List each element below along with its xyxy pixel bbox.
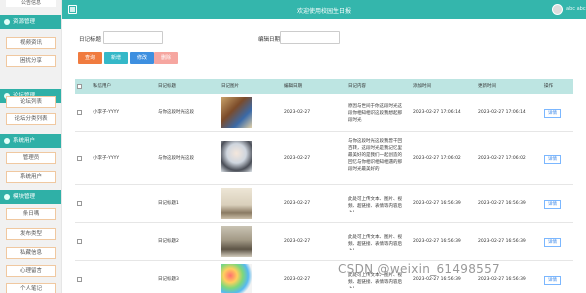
folder-icon <box>4 19 10 25</box>
select-all-checkbox[interactable] <box>77 84 82 89</box>
row-date: 2023-02-27 <box>284 201 311 206</box>
detail-button[interactable]: 详情 <box>544 155 561 164</box>
row-title: 日记标题3 <box>158 277 179 282</box>
user-name[interactable]: abc abc <box>566 6 586 12</box>
row-checkbox[interactable] <box>77 277 82 282</box>
row-created: 2023-02-27 16:56:39 <box>413 201 461 206</box>
sidebar-item-video-news[interactable]: 视频资讯 <box>6 37 56 49</box>
row-date: 2023-02-27 <box>284 239 311 244</box>
row-created: 2023-02-27 16:56:39 <box>413 239 461 244</box>
sidebar-item-forum-category[interactable]: 论坛分类列表 <box>6 113 56 125</box>
diary-title-label: 日记标题 <box>79 37 102 43</box>
search-button[interactable]: 查询 <box>78 52 102 64</box>
app-title: 欢迎使用校园生日报 <box>296 8 351 15</box>
sidebar: 公告信息 资源管理 视频资讯 困扰分享 论坛管理 论坛列表 论坛分类列表 系统用… <box>0 0 62 293</box>
add-button[interactable]: 新增 <box>104 52 128 64</box>
row-user: 小李子-YYYY <box>93 156 120 161</box>
sidebar-item-private-info[interactable]: 私藏信息 <box>6 247 56 259</box>
col-user: 私信用户 <box>93 84 111 89</box>
row-title: 日记标题1 <box>158 201 179 206</box>
row-created: 2023-02-27 17:06:14 <box>413 110 461 115</box>
sidebar-group-label: 系统用户 <box>13 138 36 144</box>
table-header: 私信用户 日记标题 日记图片 编辑日期 日记内容 添加时间 更新时间 操作 <box>75 79 573 94</box>
col-image: 日记图片 <box>221 84 239 89</box>
col-actions: 操作 <box>544 84 553 89</box>
room-icon <box>221 226 252 257</box>
col-created: 添加时间 <box>413 84 431 89</box>
anime-icon <box>221 141 252 172</box>
row-checkbox[interactable] <box>77 239 82 244</box>
sidebar-group-system-users[interactable]: 系统用户 <box>0 134 61 148</box>
row-updated: 2023-02-27 16:56:39 <box>478 201 526 206</box>
sidebar-group-label: 资源管理 <box>13 19 36 25</box>
sidebar-item-post-type[interactable]: 发布类型 <box>6 228 56 240</box>
photo-icon <box>221 188 252 219</box>
main-content: 日记标题 编辑日期 查询 新增 修改 删除 私信用户 日记标题 日记图片 编辑日… <box>62 19 586 293</box>
sidebar-group-modules[interactable]: 模块管理 <box>0 190 61 204</box>
row-checkbox[interactable] <box>77 110 82 115</box>
row-date: 2023-02-27 <box>284 156 311 161</box>
sidebar-item-system-user[interactable]: 系统用户 <box>6 171 56 183</box>
row-title: 日记标题2 <box>158 239 179 244</box>
table-row: 小李子-YYYY 与你这段时光这段 2023-02-27 与你这段时光这段我曾千… <box>75 132 573 185</box>
col-date: 编辑日期 <box>284 84 302 89</box>
cards-icon <box>221 97 252 128</box>
row-updated: 2023-02-27 16:56:39 <box>478 239 526 244</box>
detail-button[interactable]: 详情 <box>544 238 561 247</box>
table-row: 日记标题2 2023-02-27 此处可上传文本、图片、视频、超链接、表情等内容… <box>75 223 573 261</box>
row-content: 与你这段时光这段我曾千回百转，这段时光是我记忆里最美好的是我们一起创造的回忆与你… <box>348 139 402 172</box>
row-date: 2023-02-27 <box>284 110 311 115</box>
edit-date-label: 编辑日期 <box>258 37 281 43</box>
row-checkbox[interactable] <box>77 156 82 161</box>
sidebar-item-announcement[interactable]: 公告信息 <box>6 0 56 7</box>
watermark: CSDN @weixin_61498557 <box>338 262 500 276</box>
col-updated: 更新时间 <box>478 84 496 89</box>
row-date: 2023-02-27 <box>284 277 311 282</box>
sidebar-item-admin[interactable]: 管理员 <box>6 152 56 164</box>
row-content: 此处可上传文本、图片、视频、超链接、表情等内容后上！ <box>348 197 402 212</box>
row-title: 与你这段时光这段 <box>158 110 194 115</box>
row-content: 此处可上传文本、图片、视频、超链接、表情等内容后上！ <box>348 235 402 250</box>
col-content: 日记内容 <box>348 84 366 89</box>
row-updated: 2023-02-27 16:56:39 <box>478 277 526 282</box>
sidebar-group-resources[interactable]: 资源管理 <box>0 15 61 29</box>
user-icon <box>4 138 10 144</box>
table-row: 小李子-YYYY 与你这段时光这段 2023-02-27 原因与世间于你这段时光… <box>75 94 573 132</box>
row-updated: 2023-02-27 17:06:02 <box>478 156 526 161</box>
row-title: 与你这段时光这段 <box>158 156 194 161</box>
sidebar-item-messages[interactable]: 心理留言 <box>6 265 56 277</box>
top-bar: 欢迎使用校园生日报 abc abc <box>62 0 586 19</box>
row-content: 原因与世间于你这段时光这段你相知相识这段我想起那段时光 <box>348 104 402 123</box>
sidebar-item-troubles[interactable]: 困扰分享 <box>6 55 56 67</box>
col-title: 日记标题 <box>158 84 176 89</box>
edit-date-input[interactable] <box>280 31 340 44</box>
sidebar-item-notes[interactable]: 个人笔记 <box>6 283 56 293</box>
grid-icon <box>4 194 10 200</box>
row-updated: 2023-02-27 17:06:14 <box>478 110 526 115</box>
delete-button[interactable]: 删除 <box>154 52 178 64</box>
detail-button[interactable]: 详情 <box>544 109 561 118</box>
candy-icon <box>221 264 252 293</box>
row-checkbox[interactable] <box>77 201 82 206</box>
table-row: 日记标题1 2023-02-27 此处可上传文本、图片、视频、超链接、表情等内容… <box>75 185 573 223</box>
sidebar-item-forum-list[interactable]: 论坛列表 <box>6 96 56 108</box>
diary-title-input[interactable] <box>103 31 163 44</box>
sidebar-item-diary[interactable]: 条日嗎 <box>6 208 56 220</box>
row-user: 小李子-YYYY <box>93 110 120 115</box>
detail-button[interactable]: 详情 <box>544 200 561 209</box>
detail-button[interactable]: 详情 <box>544 276 561 285</box>
row-created: 2023-02-27 16:56:39 <box>413 277 461 282</box>
edit-button[interactable]: 修改 <box>130 52 154 64</box>
sidebar-group-label: 模块管理 <box>13 194 36 200</box>
row-created: 2023-02-27 17:06:02 <box>413 156 461 161</box>
avatar[interactable] <box>552 4 563 15</box>
